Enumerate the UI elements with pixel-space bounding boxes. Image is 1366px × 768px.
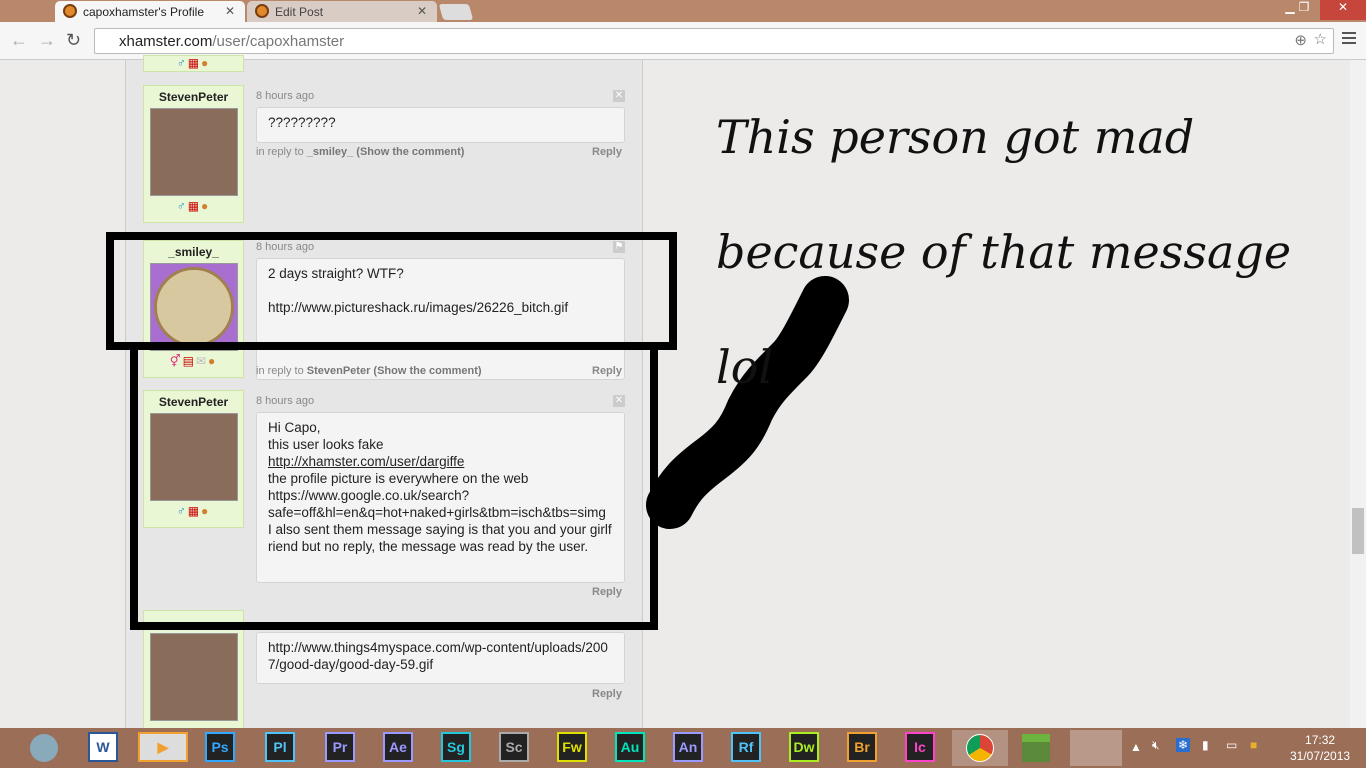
zoom-icon[interactable]: ⊕ <box>1294 31 1307 49</box>
forward-icon[interactable]: → <box>38 30 56 51</box>
show-hidden-icons[interactable]: ▲ <box>1130 740 1142 754</box>
chrome-icon <box>966 734 994 762</box>
taskbar-app-0[interactable]: W <box>88 732 118 762</box>
taskbar: W ▶ Ps Pl Pr Ae Sg Sc Fw Au An Rf Dw Br Ic ▲ 🔇︎ ❄ ▮ ▭ … <box>0 728 1366 768</box>
chrome-taskbar-button[interactable] <box>952 730 1008 766</box>
username[interactable]: StevenPeter <box>144 90 243 104</box>
taskbar-app-7[interactable]: Sc <box>499 732 529 762</box>
reply-prefix: in reply to <box>256 146 304 158</box>
explorer-icon[interactable] <box>30 734 58 762</box>
favicon-icon <box>63 4 77 18</box>
close-tab-icon[interactable]: ✕ <box>225 4 235 18</box>
taskbar-app-9[interactable]: Au <box>615 732 645 762</box>
user-icons: ♂▦● <box>176 56 211 70</box>
scrollbar[interactable] <box>1350 60 1366 728</box>
handwritten-note: This person got mad because of that mess… <box>716 110 1292 394</box>
clock[interactable]: 17:32 31/07/2013 <box>1290 732 1350 764</box>
user-card: ♂▦● <box>143 55 244 72</box>
taskbar-app-8[interactable]: Fw <box>557 732 587 762</box>
tab-edit-post[interactable]: Edit Post ✕ <box>247 1 437 22</box>
avatar[interactable] <box>149 633 238 721</box>
url-domain: xhamster.com <box>119 33 213 50</box>
tab-label: capoxhamster's Profile <box>83 5 205 19</box>
tab-profile[interactable]: capoxhamster's Profile ✕ <box>55 1 245 22</box>
snowflake-icon[interactable]: ❄ <box>1176 738 1191 752</box>
reply-info: in reply to _smiley_ (Show the comment) <box>256 146 464 158</box>
taskbar-app-13[interactable]: Br <box>847 732 877 762</box>
minecraft-icon[interactable] <box>1022 734 1050 762</box>
network-icon[interactable]: ▭ <box>1226 738 1237 752</box>
taskbar-app-14[interactable]: Ic <box>905 732 935 762</box>
highlight-box <box>106 232 677 350</box>
tab-label: Edit Post <box>275 5 324 19</box>
volume-muted-icon[interactable]: 🔇︎ <box>1152 738 1160 753</box>
taskbar-app-11[interactable]: Rf <box>731 732 761 762</box>
snipping-tool-button[interactable] <box>1070 730 1122 766</box>
restore-button[interactable]: ❐ <box>1290 0 1318 20</box>
comment-time: 8 hours ago <box>256 90 315 102</box>
taskbar-app-12[interactable]: Dw <box>789 732 819 762</box>
taskbar-app-6[interactable]: Sg <box>441 732 471 762</box>
clock-time: 17:32 <box>1305 733 1336 747</box>
taskbar-app-4[interactable]: Pr <box>325 732 355 762</box>
title-bar: capoxhamster's Profile ✕ Edit Post ✕ ▁ ❐… <box>0 0 1366 22</box>
taskbar-app-3[interactable]: Pl <box>265 732 295 762</box>
new-tab-button[interactable] <box>438 4 474 20</box>
reload-icon[interactable]: ↻ <box>66 30 81 51</box>
favicon-icon <box>255 4 269 18</box>
reply-button[interactable]: Reply <box>592 146 622 158</box>
power-icon[interactable]: ▮ <box>1202 738 1209 752</box>
user-icons: ♂▦● <box>176 199 211 213</box>
star-icon[interactable]: ☆ <box>1314 30 1327 48</box>
back-icon[interactable]: ← <box>10 30 28 51</box>
show-comment-link[interactable]: _smiley_ (Show the comment) <box>307 146 465 158</box>
scrollbar-thumb[interactable] <box>1352 508 1364 554</box>
close-window-button[interactable]: ✕ <box>1320 0 1366 20</box>
user-card[interactable]: StevenPeter ♂▦● <box>143 85 244 223</box>
taskbar-app-10[interactable]: An <box>673 732 703 762</box>
comment-body: http://www.things4myspace.com/wp-content… <box>256 632 625 684</box>
url-path: /user/capoxhamster <box>212 33 345 50</box>
close-tab-icon[interactable]: ✕ <box>417 4 427 18</box>
address-bar[interactable]: xhamster.com/user/capoxhamster ⊕ ☆ <box>94 28 1334 54</box>
taskbar-app-1[interactable]: ▶ <box>138 732 188 762</box>
avatar[interactable] <box>149 108 238 196</box>
highlight-box <box>130 342 658 630</box>
close-icon[interactable]: ✕ <box>613 90 625 102</box>
menu-icon[interactable] <box>1342 32 1356 44</box>
reply-button[interactable]: Reply <box>592 688 622 700</box>
taskbar-app-5[interactable]: Ae <box>383 732 413 762</box>
comment-body: ????????? <box>256 107 625 143</box>
clock-date: 31/07/2013 <box>1290 749 1351 763</box>
avg-icon[interactable]: ■ <box>1250 738 1257 752</box>
taskbar-app-2[interactable]: Ps <box>205 732 235 762</box>
